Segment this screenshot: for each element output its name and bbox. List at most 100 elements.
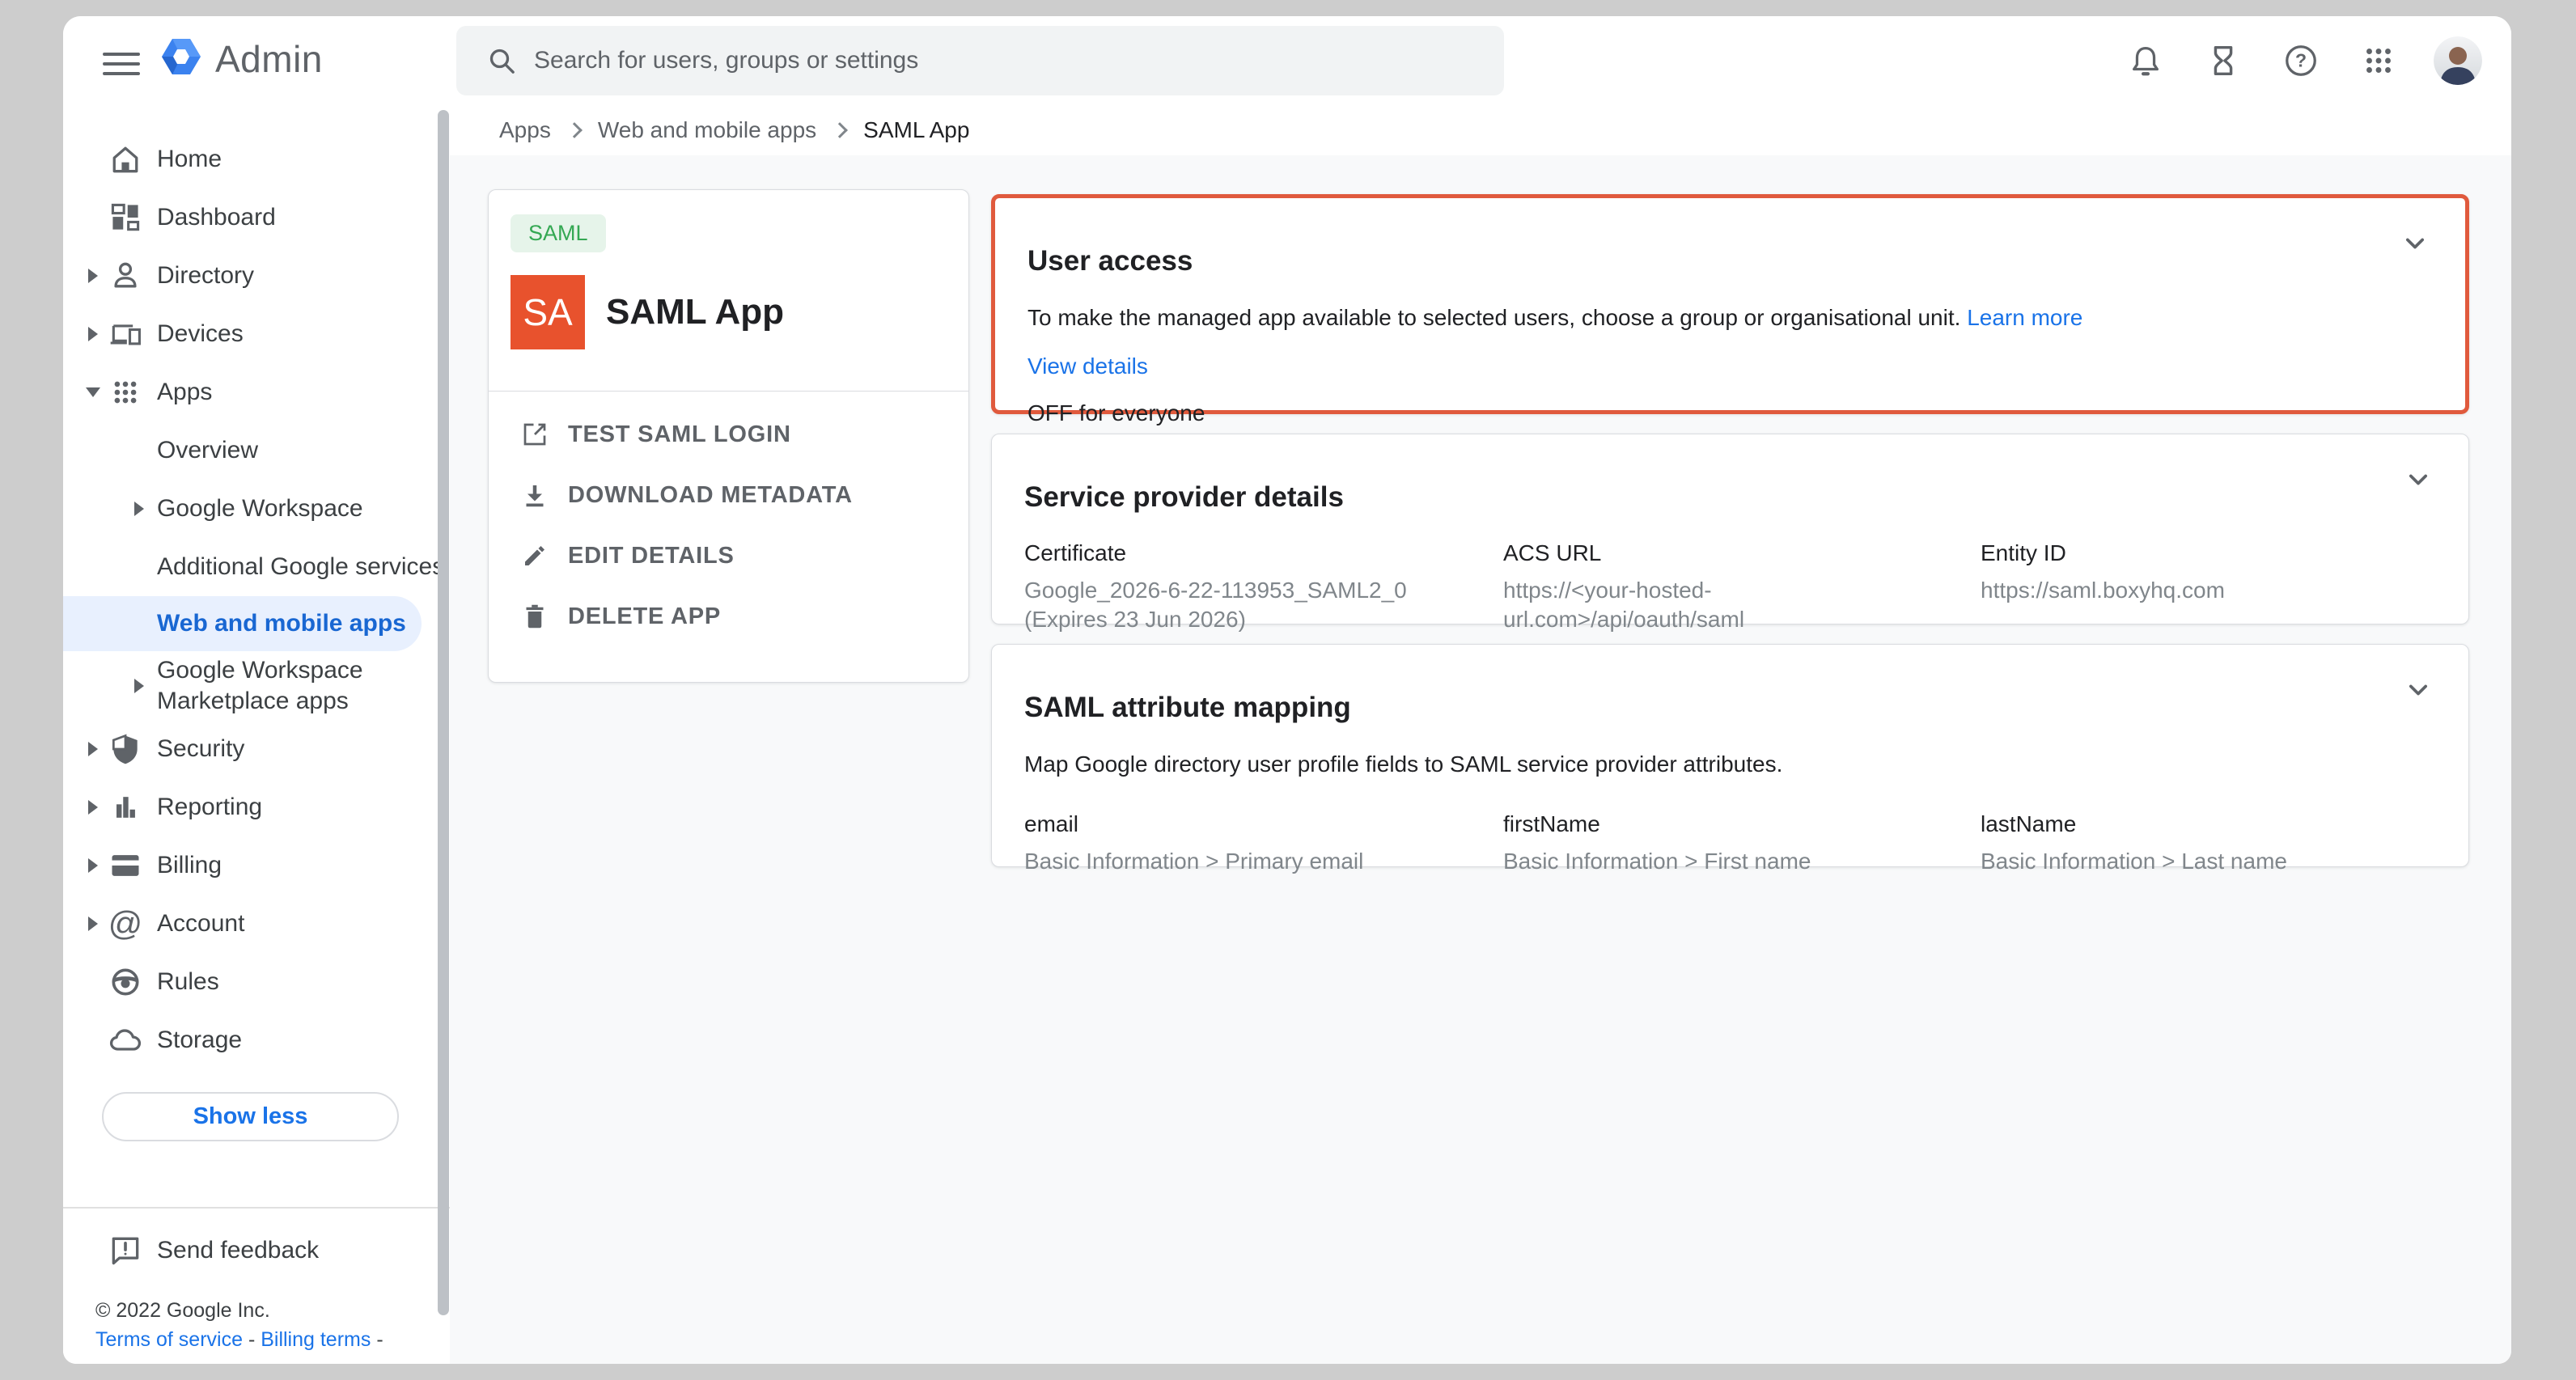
sidebar-item-overview[interactable]: Overview [63,421,450,480]
main-content: SAML SA SAML App TEST SAML LOGIN [450,155,2511,1364]
learn-more-link[interactable]: Learn more [1967,305,2082,330]
billing-terms-link[interactable]: Billing terms [261,1328,371,1351]
admin-hexagon-icon [159,34,204,83]
field-label: ACS URL [1503,540,1981,566]
chevron-down-icon[interactable] [2397,226,2433,261]
copyright-text: © 2022 Google Inc. [95,1296,450,1325]
expand-arrow-icon [88,327,98,341]
bar-chart-icon [107,789,144,826]
sidebar-item-label: Google Workspace Marketplace apps [157,655,388,717]
steering-wheel-icon [107,963,144,1001]
open-in-new-icon [519,419,550,450]
apps-grid-icon[interactable] [2356,38,2401,83]
sidebar-item-label: Directory [157,262,254,290]
sidebar-item-label: Billing [157,852,222,879]
expand-arrow-icon [88,800,98,815]
breadcrumb-web-and-mobile-apps[interactable]: Web and mobile apps [598,117,816,143]
edit-details-button[interactable]: EDIT DETAILS [489,526,968,586]
account-avatar[interactable] [2434,36,2482,85]
terms-of-service-link[interactable]: Terms of service [95,1328,243,1351]
saml-attribute-mapping-card[interactable]: SAML attribute mapping Map Google direct… [991,644,2469,867]
home-icon [107,141,144,178]
sidebar-item-label: Devices [157,320,244,348]
send-feedback-label: Send feedback [157,1237,319,1264]
app-summary-card: SAML SA SAML App TEST SAML LOGIN [488,189,969,683]
chevron-down-icon[interactable] [2400,462,2436,497]
certificate-field: Certificate Google_2026-6-22-113953_SAML… [1024,540,1503,634]
service-provider-details-card[interactable]: Service provider details Certificate Goo… [991,434,2469,624]
action-label: TEST SAML LOGIN [568,421,791,448]
entity-id-field: Entity ID https://saml.boxyhq.com [1981,540,2436,634]
screenshot-frame: Admin [0,0,2576,1380]
download-metadata-button[interactable]: DOWNLOAD METADATA [489,465,968,526]
delete-app-button[interactable]: DELETE APP [489,586,968,647]
feedback-icon [107,1232,144,1269]
expand-arrow-icon [88,858,98,873]
field-value: Basic Information > Last name [1981,847,2436,876]
expand-arrow-icon [88,916,98,931]
sidebar-item-dashboard[interactable]: Dashboard [63,188,450,247]
help-icon[interactable]: ? [2278,38,2324,83]
user-access-card[interactable]: User access To make the managed app avai… [991,194,2469,414]
sidebar-item-reporting[interactable]: Reporting [63,778,450,836]
field-label: Certificate [1024,540,1503,566]
footer-separator: - [248,1328,255,1351]
sidebar-item-account[interactable]: @ Account [63,895,450,953]
notifications-bell-icon[interactable] [2123,38,2168,83]
collapse-arrow-icon [86,387,100,397]
trash-icon [519,601,550,632]
show-less-button[interactable]: Show less [102,1092,399,1141]
sidebar-item-rules[interactable]: Rules [63,953,450,1011]
product-name: Admin [215,37,323,81]
sidebar-item-google-workspace[interactable]: Google Workspace [63,480,450,538]
chevron-right-icon [566,122,583,138]
sidebar-scrollbar[interactable] [438,110,449,1315]
expand-arrow-icon [88,269,98,283]
google-admin-logo[interactable]: Admin [159,34,323,83]
cloud-icon [107,1022,144,1059]
sidebar-item-apps[interactable]: Apps [63,363,450,421]
send-feedback-button[interactable]: Send feedback [63,1221,450,1280]
global-search [456,26,1504,95]
sidebar-item-storage[interactable]: Storage [63,1011,450,1069]
field-value: https://saml.boxyhq.com [1981,576,2436,605]
breadcrumb-apps[interactable]: Apps [499,117,551,143]
card-title: SAML attribute mapping [1024,689,2436,726]
view-details-link[interactable]: View details [1027,353,1148,379]
sidebar-item-billing[interactable]: Billing [63,836,450,895]
chevron-down-icon[interactable] [2400,672,2436,708]
main-menu-button[interactable] [99,38,144,83]
shield-icon [107,730,144,768]
sidebar-item-web-and-mobile-apps[interactable]: Web and mobile apps [63,596,422,651]
field-value: https://<your-hosted-url.com>/api/oauth/… [1503,576,1827,634]
field-label: lastName [1981,811,2436,837]
user-access-status: OFF for everyone [1027,400,2433,426]
sidebar-item-home[interactable]: Home [63,130,450,188]
firstname-mapping-field: firstName Basic Information > First name [1503,811,1981,876]
field-label: Entity ID [1981,540,2436,566]
field-value: Google_2026-6-22-113953_SAML2_0 (Expires… [1024,576,1445,634]
sidebar-item-additional-google-services[interactable]: Additional Google services [63,538,450,596]
sidebar-item-devices[interactable]: Devices [63,305,450,363]
at-sign-icon: @ [107,905,144,942]
search-input[interactable] [532,46,1496,75]
card-divider [489,391,968,392]
action-label: EDIT DETAILS [568,543,735,569]
acs-url-field: ACS URL https://<your-hosted-url.com>/ap… [1503,540,1981,634]
field-value: Basic Information > Primary email [1024,847,1503,876]
test-saml-login-button[interactable]: TEST SAML LOGIN [489,404,968,465]
topbar: Admin [63,16,2511,105]
dashboard-icon [107,199,144,236]
sidebar-item-label: Additional Google services [157,553,444,581]
hourglass-tasks-icon[interactable] [2201,38,2246,83]
sidebar-item-directory[interactable]: Directory [63,247,450,305]
sidebar-item-marketplace-apps[interactable]: Google Workspace Marketplace apps [63,651,450,720]
sidebar-item-label: Overview [157,437,258,464]
footer-separator: - [376,1328,383,1351]
lastname-mapping-field: lastName Basic Information > Last name [1981,811,2436,876]
saml-badge: SAML [511,214,606,252]
card-title: Service provider details [1024,479,2436,516]
sidebar-item-security[interactable]: Security [63,720,450,778]
action-label: DOWNLOAD METADATA [568,482,853,509]
apps-icon [107,374,144,411]
